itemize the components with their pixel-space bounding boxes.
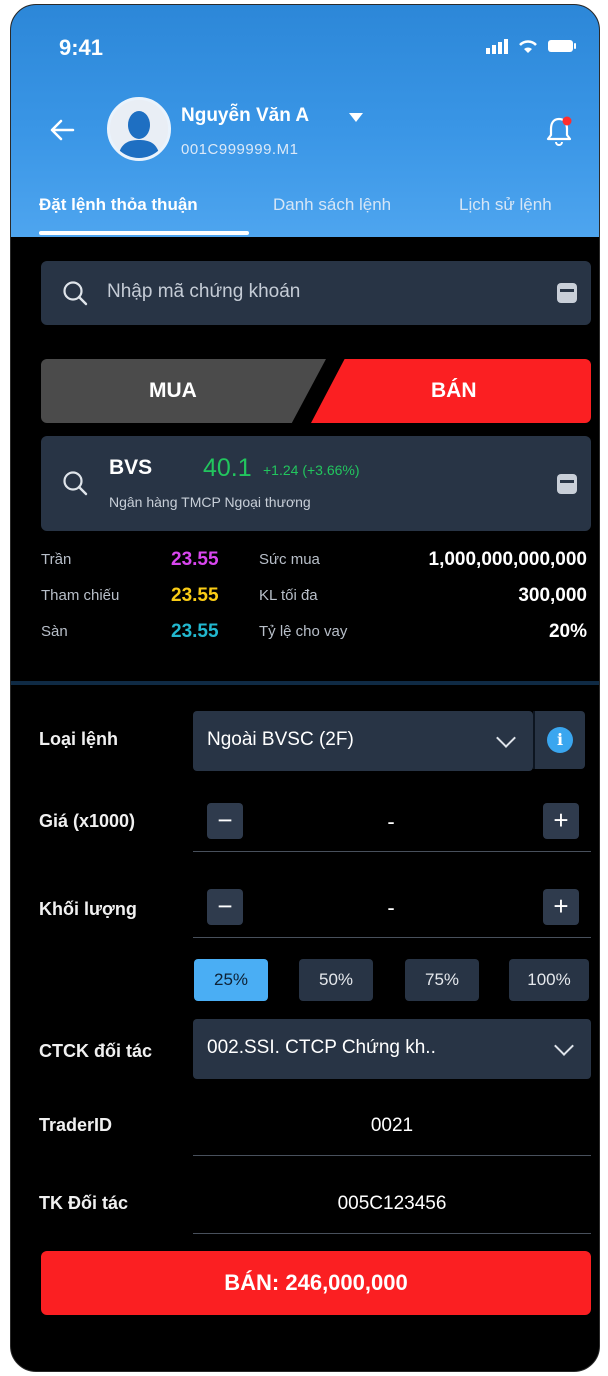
trader-id-underline	[193, 1155, 591, 1156]
buy-label: MUA	[149, 379, 197, 402]
quantity-increase-button[interactable]: +	[543, 889, 579, 925]
order-type-select[interactable]: Ngoài BVSC (2F)	[193, 711, 533, 771]
tab-order-history[interactable]: Lịch sử lệnh	[459, 195, 552, 215]
buy-button[interactable]: MUA	[41, 359, 326, 423]
scan-icon[interactable]	[557, 474, 577, 494]
scan-icon[interactable]	[557, 283, 577, 303]
search-input[interactable]: Nhập mã chứng khoán	[107, 281, 300, 303]
percent-25-button[interactable]: 25%	[194, 959, 268, 1001]
status-icons	[485, 38, 577, 54]
floor-label: Sàn	[41, 623, 68, 640]
trader-id-label: TraderID	[39, 1115, 113, 1135]
submit-sell-button[interactable]: BÁN: 246,000,000	[41, 1251, 591, 1315]
order-type-info-button[interactable]: i	[535, 711, 585, 769]
partner-account-label: TK Đối tác	[39, 1193, 129, 1213]
stock-change: +1.24 (+3.66%)	[263, 462, 360, 478]
trader-id-input[interactable]: 0021	[193, 1115, 591, 1137]
price-underline	[193, 851, 591, 852]
active-tab-indicator	[39, 231, 249, 235]
user-name[interactable]: Nguyễn Văn A	[181, 105, 309, 127]
stock-price: 40.1	[203, 454, 252, 482]
account-number: 001C999999.M1	[181, 141, 299, 158]
loan-ratio-value: 20%	[548, 621, 587, 642]
ceiling-label: Trần	[41, 551, 72, 568]
tab-negotiated-order[interactable]: Đặt lệnh thỏa thuận	[39, 195, 198, 215]
max-qty-value: 300,000	[518, 585, 587, 606]
loan-ratio-label: Tỷ lệ cho vay	[259, 623, 348, 640]
reference-value: 23.55	[171, 585, 219, 606]
price-increase-button[interactable]: +	[543, 803, 579, 839]
ceiling-value: 23.55	[171, 549, 219, 570]
chevron-down-icon	[496, 728, 516, 748]
reference-label: Tham chiếu	[41, 587, 120, 604]
user-avatar-icon	[110, 100, 168, 158]
avatar[interactable]	[107, 97, 171, 161]
percent-50-button[interactable]: 50%	[299, 959, 373, 1001]
stock-name: Ngân hàng TMCP Ngoại thương	[109, 494, 311, 510]
header: 9:41 Nguyễn Văn A 001C999999.M1 Đặt lệnh…	[11, 5, 599, 237]
buy-sell-toggle: MUA BÁN	[41, 359, 591, 423]
battery-icon	[548, 40, 576, 52]
wifi-icon	[519, 40, 537, 53]
chevron-down-icon	[554, 1036, 574, 1056]
stock-search-box[interactable]: Nhập mã chứng khoán	[41, 261, 591, 325]
notification-bell-icon[interactable]	[543, 113, 575, 147]
quantity-underline	[193, 937, 591, 938]
price-input[interactable]: -	[231, 809, 551, 835]
buying-power-label: Sức mua	[259, 551, 320, 568]
tab-order-list[interactable]: Danh sách lệnh	[273, 195, 391, 215]
phone-screen: 9:41 Nguyễn Văn A 001C999999.M1 Đặt lệnh…	[10, 4, 600, 1372]
signal-icon	[486, 39, 508, 54]
max-qty-label: KL tối đa	[259, 587, 318, 604]
tab-bar: Đặt lệnh thỏa thuận Danh sách lệnh Lịch …	[11, 191, 599, 237]
partner-broker-select[interactable]: 002.SSI. CTCP Chứng kh..	[193, 1019, 591, 1079]
percent-100-button[interactable]: 100%	[509, 959, 589, 1001]
order-type-value: Ngoài BVSC (2F)	[207, 729, 354, 750]
back-arrow-icon[interactable]	[47, 115, 77, 145]
partner-broker-label: CTCK đối tác	[39, 1041, 153, 1061]
search-icon	[63, 281, 88, 306]
order-type-label: Loại lệnh	[39, 729, 119, 749]
section-divider	[11, 681, 599, 685]
sell-button[interactable]: BÁN	[311, 359, 591, 423]
selected-stock-card[interactable]: BVS 40.1 +1.24 (+3.66%) Ngân hàng TMCP N…	[41, 436, 591, 531]
info-icon: i	[547, 727, 573, 753]
status-time: 9:41	[59, 35, 104, 60]
partner-account-underline	[193, 1233, 591, 1234]
partner-account-input[interactable]: 005C123456	[193, 1193, 591, 1215]
sell-label: BÁN	[431, 379, 477, 402]
price-label: Giá (x1000)	[39, 811, 136, 831]
percent-75-button[interactable]: 75%	[405, 959, 479, 1001]
floor-value: 23.55	[171, 621, 219, 642]
buying-power-value: 1,000,000,000,000	[428, 549, 588, 570]
account-dropdown-icon[interactable]	[349, 113, 363, 122]
quantity-input[interactable]: -	[231, 895, 551, 921]
search-icon	[63, 471, 88, 496]
partner-broker-value: 002.SSI. CTCP Chứng kh..	[207, 1037, 436, 1058]
stock-symbol: BVS	[109, 456, 153, 479]
quantity-label: Khối lượng	[39, 899, 137, 919]
